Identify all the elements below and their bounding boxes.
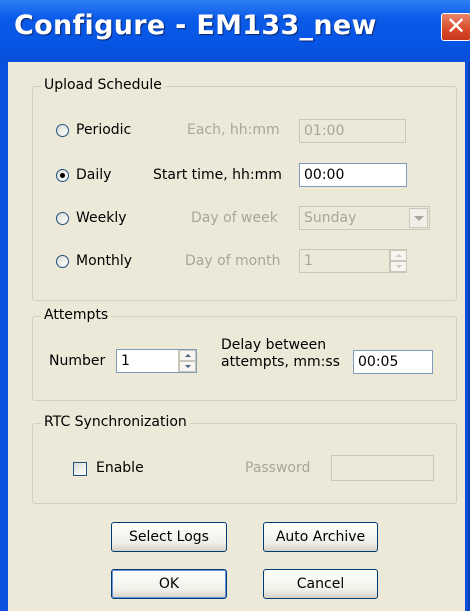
each-interval-field[interactable]: 01:00	[299, 119, 406, 143]
dialog-window: Configure - EM133_new ✕ Upload Schedule …	[0, 0, 470, 611]
daily-radio[interactable]	[56, 169, 69, 182]
monthly-label: Monthly	[76, 253, 133, 269]
start-time-label: Start time, hh:mm	[153, 167, 282, 183]
monthly-radio[interactable]	[56, 255, 69, 268]
upload-schedule-title: Upload Schedule	[41, 77, 165, 93]
daily-label: Daily	[76, 167, 112, 183]
auto-archive-button[interactable]: Auto Archive	[263, 522, 378, 552]
rtc-title: RTC Synchronization	[41, 414, 190, 430]
periodic-label: Periodic	[76, 122, 132, 138]
enable-checkbox[interactable]	[73, 462, 87, 476]
select-logs-button[interactable]: Select Logs	[111, 522, 227, 552]
each-interval-label: Each, hh:mm	[187, 122, 280, 138]
enable-label: Enable	[96, 460, 144, 476]
number-label: Number	[49, 353, 106, 369]
dialog-body: Upload Schedule Periodic Each, hh:mm 01:…	[8, 62, 465, 611]
spin-down-icon[interactable]	[390, 261, 407, 272]
day-of-month-label: Day of month	[185, 253, 281, 269]
day-of-week-label: Day of week	[191, 210, 278, 226]
ok-button[interactable]: OK	[111, 569, 227, 599]
window-title: Configure - EM133_new	[14, 10, 377, 41]
radio-selected-dot	[60, 173, 65, 178]
password-field[interactable]	[331, 455, 434, 481]
cancel-button[interactable]: Cancel	[263, 569, 378, 599]
spin-up-icon[interactable]	[179, 350, 196, 361]
delay-field[interactable]: 00:05	[353, 350, 433, 374]
weekly-label: Weekly	[76, 210, 127, 226]
attempts-title: Attempts	[41, 307, 112, 323]
delay-label-line1: Delay between	[221, 337, 327, 353]
password-label: Password	[245, 460, 311, 476]
attempts-group: Attempts Number 1 Delay between attempts…	[32, 307, 457, 401]
title-bar[interactable]: Configure - EM133_new ✕	[0, 0, 470, 62]
spin-up-icon[interactable]	[390, 250, 407, 261]
weekly-radio[interactable]	[56, 212, 69, 225]
day-of-month-spinner[interactable]	[389, 250, 407, 272]
delay-label-line2: attempts, mm:ss	[221, 354, 340, 370]
close-icon: ✕	[445, 12, 467, 40]
start-time-field[interactable]: 00:00	[299, 163, 407, 187]
rtc-group: RTC Synchronization Enable Password	[32, 414, 457, 504]
upload-schedule-group: Upload Schedule Periodic Each, hh:mm 01:…	[32, 77, 457, 301]
periodic-radio[interactable]	[56, 124, 69, 137]
spin-down-icon[interactable]	[179, 361, 196, 372]
close-button[interactable]: ✕	[441, 12, 470, 41]
number-spinner[interactable]	[178, 350, 196, 372]
day-of-week-value: Sunday	[304, 210, 357, 226]
chevron-down-icon[interactable]	[409, 208, 428, 228]
